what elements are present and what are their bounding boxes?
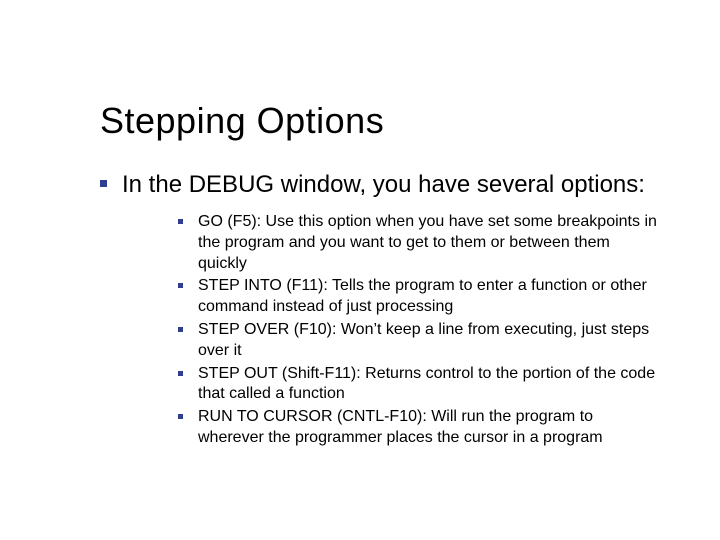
- bullet-level2: RUN TO CURSOR (CNTL-F10): Will run the p…: [178, 407, 660, 449]
- bullet-level2: GO (F5): Use this option when you have s…: [178, 212, 660, 274]
- sub-bullet-list: GO (F5): Use this option when you have s…: [178, 212, 660, 449]
- square-bullet-icon: [178, 407, 198, 419]
- level2-text: STEP OUT (Shift-F11): Returns control to…: [198, 364, 660, 406]
- level2-text: STEP INTO (F11): Tells the program to en…: [198, 276, 660, 318]
- level2-text: GO (F5): Use this option when you have s…: [198, 212, 660, 274]
- level2-text: STEP OVER (F10): Won’t keep a line from …: [198, 320, 660, 362]
- square-bullet-icon: [178, 212, 198, 224]
- bullet-level2: STEP OUT (Shift-F11): Returns control to…: [178, 364, 660, 406]
- square-bullet-icon: [178, 276, 198, 288]
- square-bullet-icon: [178, 364, 198, 376]
- slide-title: Stepping Options: [100, 100, 660, 142]
- bullet-level1: In the DEBUG window, you have several op…: [100, 170, 660, 200]
- slide: Stepping Options In the DEBUG window, yo…: [0, 0, 720, 540]
- square-bullet-icon: [100, 170, 122, 187]
- level2-text: RUN TO CURSOR (CNTL-F10): Will run the p…: [198, 407, 660, 449]
- bullet-level2: STEP INTO (F11): Tells the program to en…: [178, 276, 660, 318]
- square-bullet-icon: [178, 320, 198, 332]
- bullet-level2: STEP OVER (F10): Won’t keep a line from …: [178, 320, 660, 362]
- level1-text: In the DEBUG window, you have several op…: [122, 170, 645, 200]
